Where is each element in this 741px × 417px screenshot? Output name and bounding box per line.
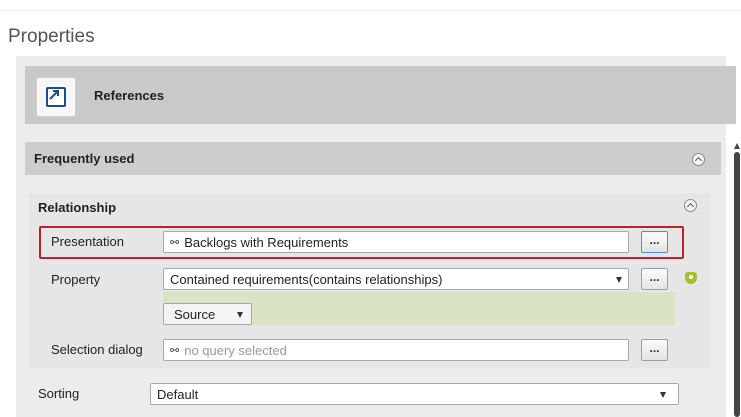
selection-dialog-browse-button[interactable]: ... [641,339,668,361]
collapse-frequently-used-icon[interactable] [692,153,705,166]
source-value: Source [174,307,216,322]
references-arrow-icon [46,87,66,107]
selection-dialog-placeholder: no query selected [184,343,287,358]
chevron-down-icon [237,312,243,318]
selection-dialog-field[interactable]: ⚯ no query selected [163,339,629,361]
property-select[interactable]: Contained requirements(contains relation… [163,268,629,290]
property-value: Contained requirements(contains relation… [170,272,443,287]
references-icon-button[interactable] [36,77,76,117]
link-icon: ⚯ [170,237,180,249]
page-title: Properties [8,26,95,47]
relationship-label: Relationship [38,200,117,215]
pin-icon[interactable] [685,272,697,284]
presentation-browse-button[interactable]: ... [641,231,668,253]
source-select[interactable]: Source [163,303,252,325]
chevron-down-icon [616,277,622,283]
presentation-label: Presentation [51,234,124,249]
selection-dialog-label: Selection dialog [51,342,143,357]
presentation-value: Backlogs with Requirements [184,235,349,250]
sorting-value: Default [157,387,199,402]
scroll-thumb[interactable] [734,152,740,417]
scroll-up-icon[interactable] [734,143,740,149]
chevron-down-icon [660,392,666,398]
property-browse-button[interactable]: ... [641,268,668,290]
sorting-select[interactable]: Default [150,383,679,405]
collapse-relationship-icon[interactable] [684,199,697,212]
frequently-used-label: Frequently used [34,151,135,166]
presentation-field[interactable]: ⚯ Backlogs with Requirements [163,231,629,253]
link-icon: ⚯ [170,345,180,357]
references-label: References [94,88,165,103]
sorting-label: Sorting [38,386,80,401]
top-divider [0,10,741,11]
property-label: Property [51,272,101,287]
